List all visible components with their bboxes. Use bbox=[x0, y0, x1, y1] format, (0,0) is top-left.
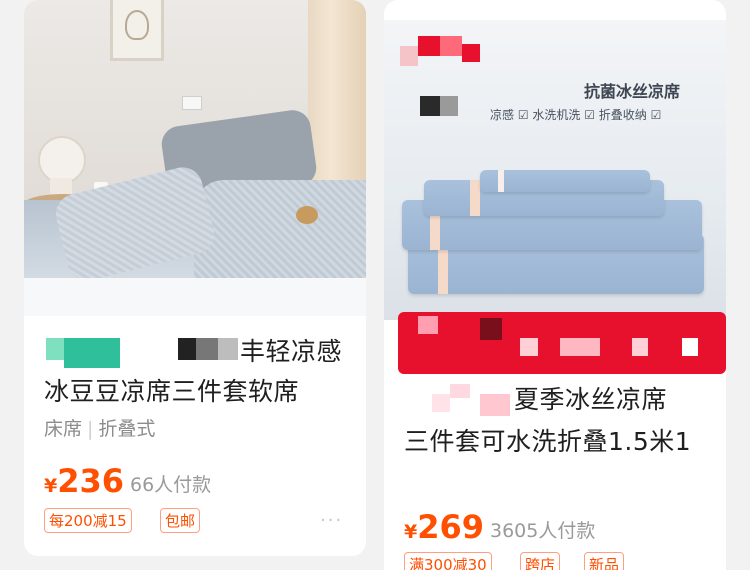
sales-count: 3605人付款 bbox=[490, 520, 596, 542]
image-caption-title: 抗菌冰丝凉席 bbox=[584, 82, 681, 101]
new-badge: 新品 bbox=[584, 552, 625, 570]
promo-badge: 每200减15 bbox=[44, 508, 132, 533]
product-title-line2[interactable]: 冰豆豆凉席三件套软席 bbox=[44, 372, 299, 408]
product-title-line2[interactable]: 三件套可水洗折叠1.5米1 bbox=[404, 422, 691, 458]
shipping-badge: 包邮 bbox=[160, 508, 201, 533]
price: ¥236 bbox=[44, 462, 125, 500]
bear-logo bbox=[296, 206, 318, 224]
product-card-2[interactable]: 抗菌冰丝凉席 凉感 ☑ 水洗机洗 ☑ 折叠收纳 ☑ 夏季冰丝凉席 三件套可水洗折… bbox=[384, 0, 726, 570]
product-title-line1[interactable]: 丰轻凉感 bbox=[240, 332, 342, 368]
wall-socket bbox=[182, 96, 202, 110]
wall-frame bbox=[110, 0, 164, 61]
cross-store-badge: 跨店 bbox=[520, 552, 561, 570]
pixelated-area bbox=[418, 36, 440, 56]
price: ¥269 bbox=[404, 508, 485, 546]
fan bbox=[38, 136, 86, 184]
product-tags: 床席 | 折叠式 bbox=[44, 418, 156, 440]
folded-sheet bbox=[480, 170, 650, 192]
tag: 床席 bbox=[44, 418, 83, 440]
product-image-1[interactable] bbox=[24, 0, 366, 316]
product-image-2[interactable]: 抗菌冰丝凉席 凉感 ☑ 水洗机洗 ☑ 折叠收纳 ☑ bbox=[384, 20, 726, 320]
more-options-icon[interactable]: ··· bbox=[320, 510, 343, 531]
tag: 折叠式 bbox=[98, 418, 156, 440]
product-card-1[interactable]: 丰轻凉感 冰豆豆凉席三件套软席 床席 | 折叠式 ¥236 66人付款 每200减1… bbox=[24, 0, 366, 556]
promo-badge: 满300减30 bbox=[404, 552, 492, 570]
image-caption-features: 凉感 ☑ 水洗机洗 ☑ 折叠收纳 ☑ bbox=[490, 108, 662, 122]
product-title-line1[interactable]: 夏季冰丝凉席 bbox=[514, 380, 667, 416]
sales-count: 66人付款 bbox=[130, 474, 212, 496]
